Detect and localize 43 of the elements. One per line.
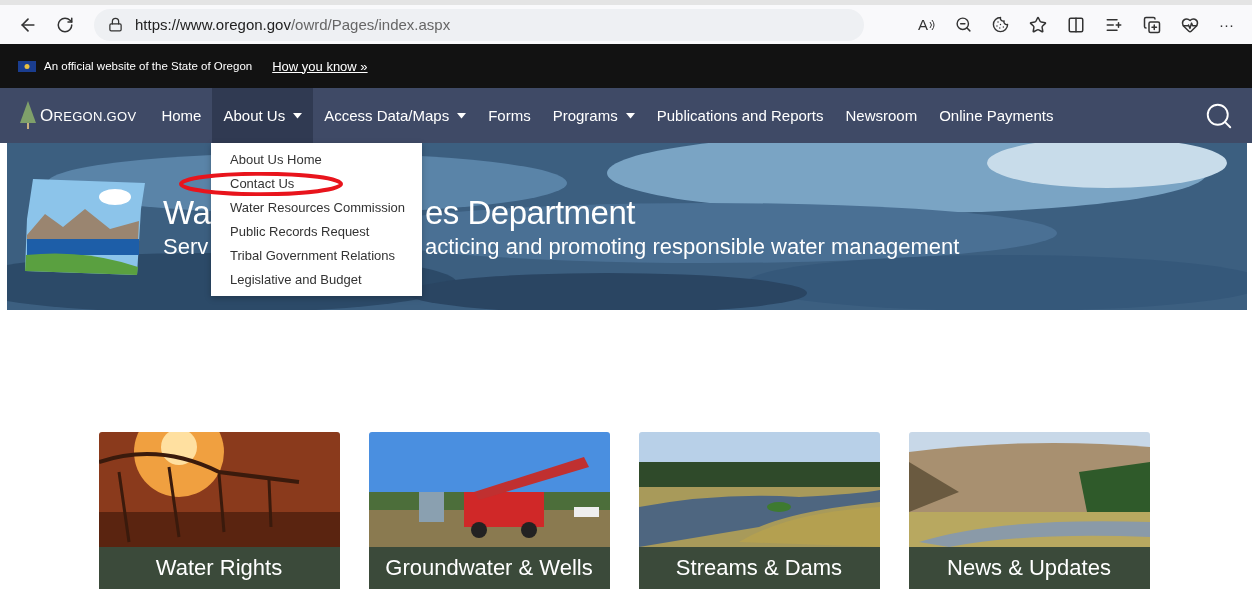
card-label: Streams & Dams <box>638 547 880 589</box>
category-card[interactable]: Groundwater & Wells <box>368 432 610 589</box>
more-button[interactable]: ··· <box>1215 12 1238 37</box>
nav-link[interactable]: About Us <box>212 88 314 143</box>
oregon-gov-logo[interactable]: OREGON.GOV <box>40 105 137 126</box>
nav-link[interactable]: Publications and Reports <box>645 88 835 143</box>
how-you-know-link[interactable]: How you know » <box>272 58 368 74</box>
nav-link[interactable]: Online Payments <box>928 88 1065 143</box>
card-label: Groundwater & Wells <box>368 547 610 589</box>
menu-item[interactable]: Legislative and Budget <box>211 268 422 292</box>
hero-subtitle: Serv <box>163 233 209 260</box>
read-aloud-button[interactable]: A <box>914 12 939 37</box>
card-label: News & Updates <box>908 547 1150 589</box>
sound-waves-icon <box>929 19 935 30</box>
menu-item[interactable]: Public Records Request <box>211 220 422 244</box>
hero-title: es Department <box>425 193 635 232</box>
category-card[interactable]: Streams & Dams <box>638 432 880 589</box>
menu-item[interactable]: Contact Us <box>178 172 422 196</box>
url-field[interactable]: https://www.oregon.gov/owrd/Pages/index.aspx <box>94 8 864 41</box>
copy-plus-icon <box>1143 15 1161 34</box>
tree-logo-icon <box>18 100 38 131</box>
category-card[interactable]: News & Updates <box>908 432 1150 589</box>
star-icon <box>1029 15 1047 34</box>
nav-link[interactable]: Home <box>150 88 213 143</box>
menu-item[interactable]: About Us Home <box>211 148 422 172</box>
nav-link[interactable]: Programs <box>541 88 646 143</box>
refresh-icon <box>56 15 74 34</box>
lock-icon <box>108 17 123 32</box>
hero-subtitle: acticing and promoting responsible water management <box>425 233 960 260</box>
nav-link[interactable]: Forms <box>477 88 542 143</box>
heart-pulse-icon <box>1181 15 1199 34</box>
category-card[interactable]: Water Rights <box>98 432 340 589</box>
flag-icon <box>18 60 36 72</box>
nav-link[interactable]: Access Data/Maps <box>313 88 478 143</box>
hero-title: Wa <box>163 193 211 232</box>
menu-item[interactable]: Tribal Government Relations <box>211 244 422 268</box>
card-label: Water Rights <box>98 547 340 589</box>
official-website-text: An official website of the State of Oregon <box>44 60 253 72</box>
nav-link[interactable]: Newsroom <box>834 88 929 143</box>
menu-item[interactable]: Water Resources Commission <box>211 196 422 220</box>
cookie-icon <box>992 16 1009 33</box>
zoom-out-icon <box>955 16 972 33</box>
split-screen-icon <box>1067 15 1085 34</box>
